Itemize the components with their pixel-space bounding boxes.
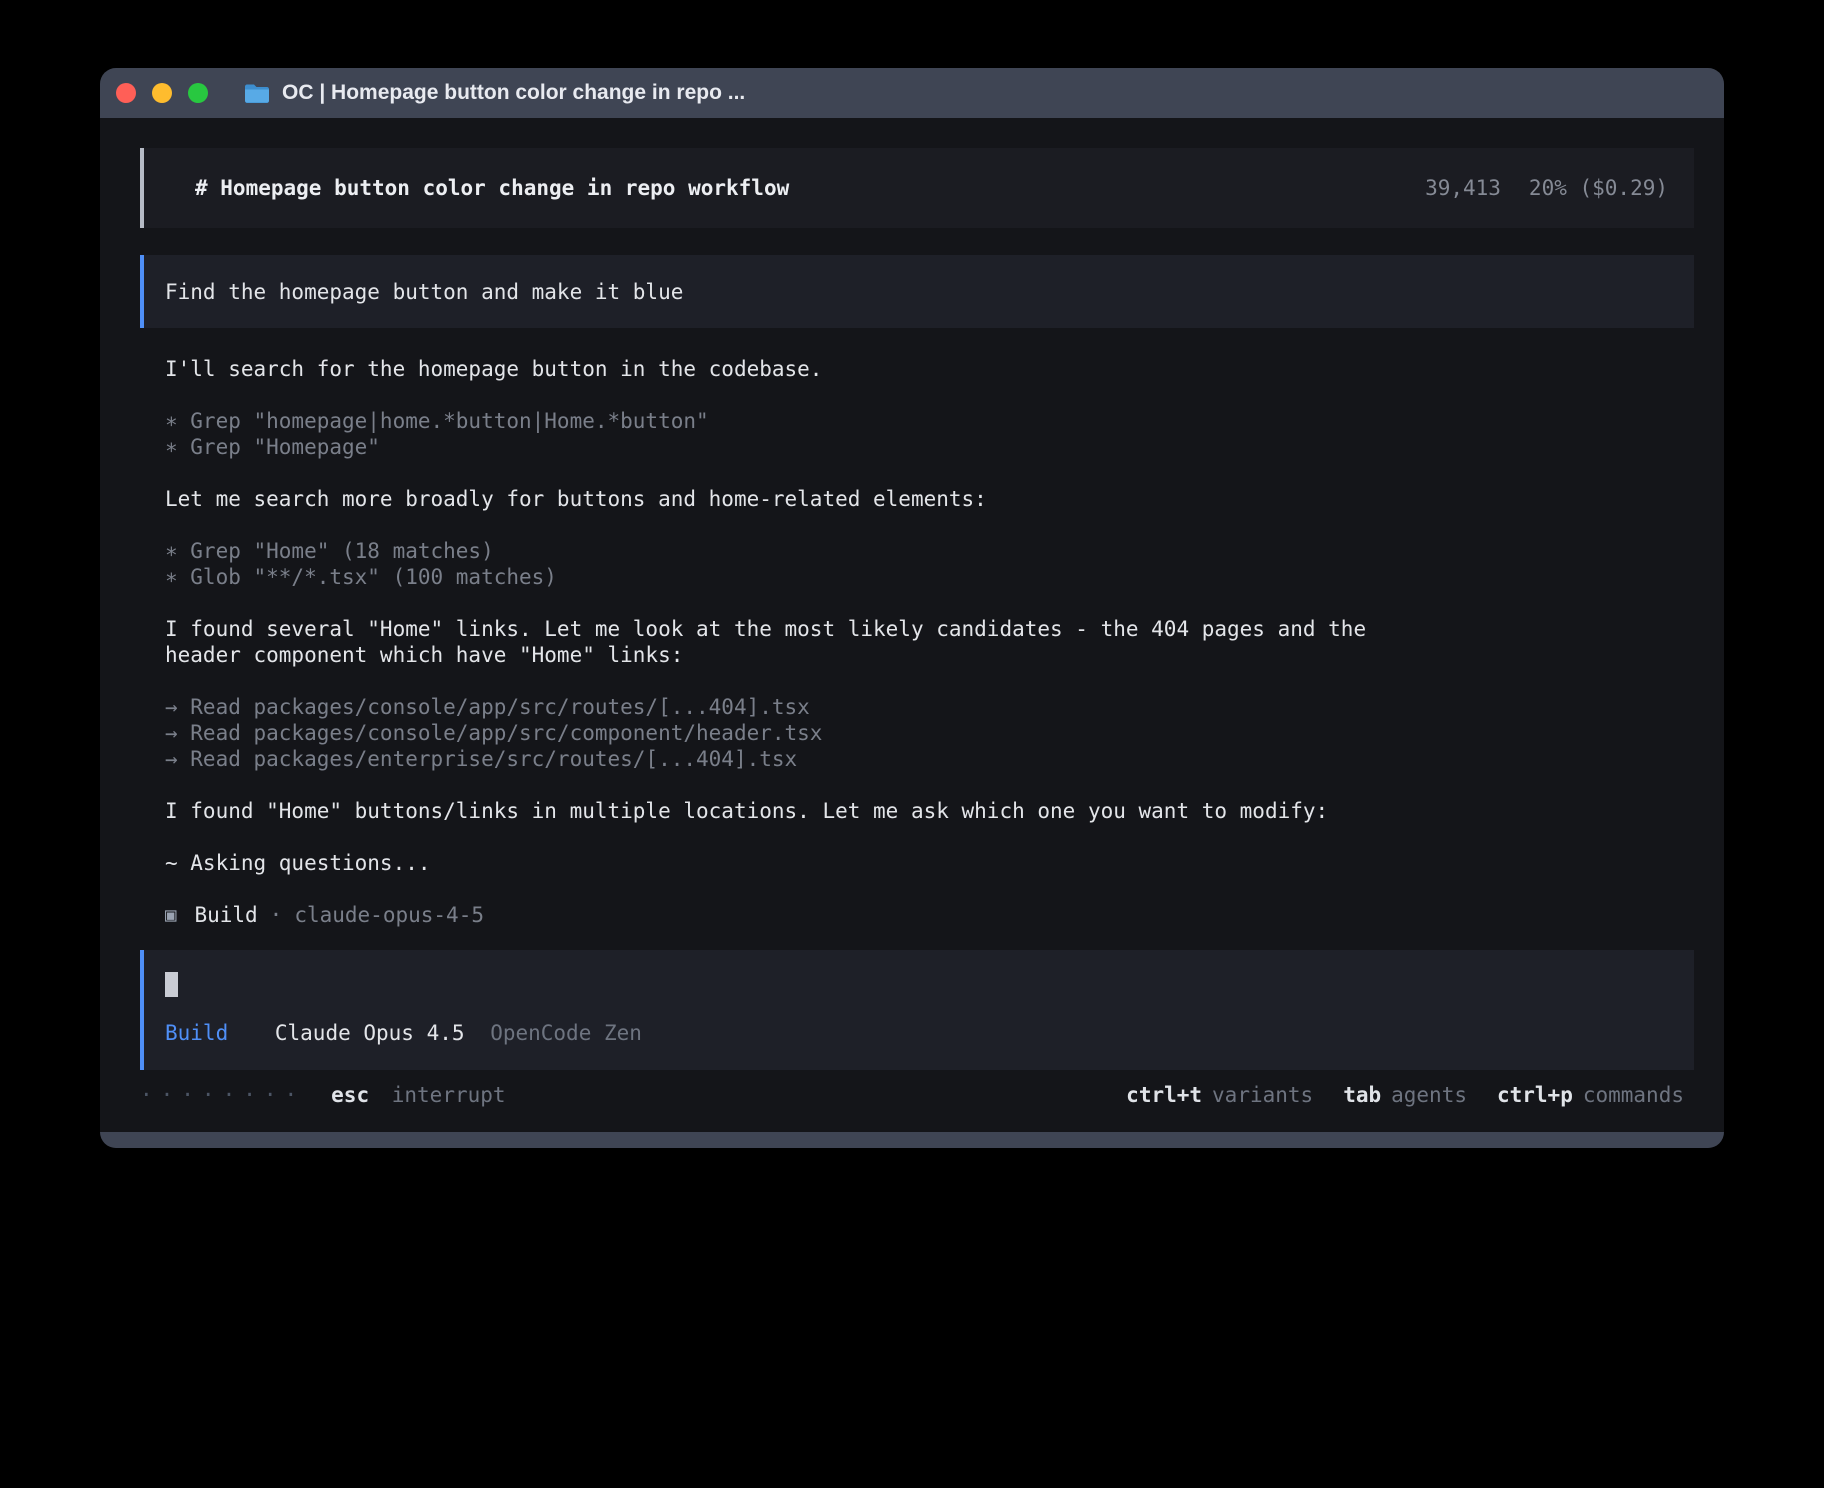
user-message: Find the homepage button and make it blu… [140,255,1694,328]
assistant-status-message: ~ Asking questions... [165,850,1405,876]
assistant-message: Let me search more broadly for buttons a… [165,486,1405,512]
shortcut-key: ctrl+p [1497,1082,1573,1108]
status-bar-right: ctrl+t variants tab agents ctrl+p comman… [1126,1082,1684,1108]
status-bar: ········ esc interrupt ctrl+t variants t… [140,1082,1684,1108]
tool-call-grep: ∗ Grep "Homepage" [165,434,1684,460]
window-bottom-edge [100,1132,1724,1148]
session-header: # Homepage button color change in repo w… [140,148,1694,228]
tool-call-group: ∗ Grep "homepage|home.*button|Home.*butt… [165,408,1684,460]
shortcut-commands: ctrl+p commands [1497,1082,1684,1108]
status-bar-left: ········ esc interrupt [140,1082,506,1108]
provider-name: OpenCode Zen [490,1021,642,1045]
tool-call-glob: ∗ Glob "**/*.tsx" (100 matches) [165,564,1684,590]
tool-call-read: → Read packages/console/app/src/componen… [165,720,1684,746]
input-mode-line: Build Claude Opus 4.5 OpenCode Zen [165,1020,1670,1046]
tool-call-read: → Read packages/enterprise/src/routes/[.… [165,746,1684,772]
spinner-dots: ········ [140,1082,305,1108]
context-cost: 20% ($0.29) [1529,175,1668,201]
agent-status-line: ▣ Build · claude-opus-4-5 [165,902,1684,928]
tool-call-group: ∗ Grep "Home" (18 matches) ∗ Glob "**/*.… [165,538,1684,590]
model-name: Claude Opus 4.5 [275,1021,465,1045]
agent-model: claude-opus-4-5 [294,902,484,928]
user-message-text: Find the homepage button and make it blu… [165,279,683,305]
shortcut-label: variants [1212,1082,1313,1108]
interrupt-label: interrupt [392,1083,506,1107]
zoom-button[interactable] [188,83,208,103]
prompt-input[interactable]: Build Claude Opus 4.5 OpenCode Zen [140,950,1694,1070]
assistant-message: I found several "Home" links. Let me loo… [165,616,1405,668]
folder-icon [244,83,270,104]
token-count: 39,413 [1425,175,1501,201]
agent-name: Build [194,902,257,928]
conversation: I'll search for the homepage button in t… [100,356,1724,928]
agent-status-icon: ▣ [165,902,176,928]
tool-call-grep: ∗ Grep "Home" (18 matches) [165,538,1684,564]
interrupt-hint: esc interrupt [331,1082,505,1108]
assistant-message: I found "Home" buttons/links in multiple… [165,798,1405,824]
tool-call-grep: ∗ Grep "homepage|home.*button|Home.*butt… [165,408,1684,434]
assistant-message: I'll search for the homepage button in t… [165,356,1405,382]
tool-call-group: → Read packages/console/app/src/routes/[… [165,694,1684,772]
shortcut-agents: tab agents [1343,1082,1467,1108]
shortcut-key: tab [1343,1082,1381,1108]
traffic-lights [116,83,208,103]
window-titlebar[interactable]: OC | Homepage button color change in rep… [100,68,1724,118]
status-separator: · [270,902,283,928]
shortcut-label: commands [1583,1082,1684,1108]
shortcut-label: agents [1391,1082,1467,1108]
text-cursor [165,972,178,997]
interrupt-key: esc [331,1083,369,1107]
terminal-content: # Homepage button color change in repo w… [100,118,1724,1132]
window-title: OC | Homepage button color change in rep… [282,81,745,105]
minimize-button[interactable] [152,83,172,103]
session-stats: 39,413 20% ($0.29) [1425,175,1668,201]
session-title: # Homepage button color change in repo w… [195,175,789,201]
terminal-window: OC | Homepage button color change in rep… [100,68,1724,1148]
shortcut-key: ctrl+t [1126,1082,1202,1108]
mode-badge: Build [165,1021,228,1045]
close-button[interactable] [116,83,136,103]
shortcut-variants: ctrl+t variants [1126,1082,1313,1108]
tool-call-read: → Read packages/console/app/src/routes/[… [165,694,1684,720]
